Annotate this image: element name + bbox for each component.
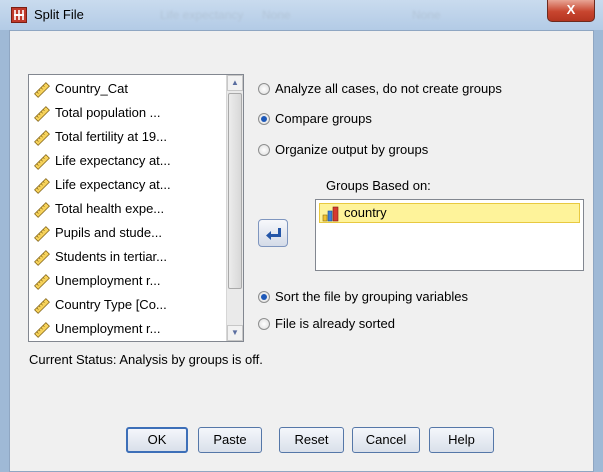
variable-list-item[interactable]: Country_Cat (33, 78, 223, 100)
nominal-variable-icon (322, 206, 339, 221)
radio-already-sorted-label: File is already sorted (275, 316, 395, 331)
radio-compare-groups-label: Compare groups (275, 111, 372, 126)
scale-variable-icon (33, 177, 55, 194)
variable-list-item[interactable]: Pupils and stude... (33, 222, 223, 244)
variable-list-item[interactable]: Total health expe... (33, 198, 223, 220)
reset-button[interactable]: Reset (279, 427, 344, 453)
paste-button[interactable]: Paste (198, 427, 262, 453)
variable-list-item-label: Pupils and stude... (55, 225, 162, 240)
radio-organize-output-label: Organize output by groups (275, 142, 429, 157)
scale-variable-icon (33, 81, 55, 98)
radio-icon[interactable] (258, 143, 270, 156)
groups-based-on-label: Groups Based on: (326, 178, 431, 193)
groups-based-on-list[interactable]: country (315, 199, 584, 271)
background-window-text: Life expectancy (160, 8, 244, 22)
current-status-text: Current Status: Analysis by groups is of… (29, 352, 263, 367)
variable-list-item[interactable]: Students in tertiar... (33, 246, 223, 268)
move-variable-button[interactable] (258, 219, 288, 247)
variable-list-item-label: Life expectancy at... (55, 153, 171, 168)
scale-variable-icon (33, 273, 55, 290)
window-title: Split File (34, 7, 84, 22)
close-icon: X (566, 2, 576, 17)
variable-list-item-label: Country Type [Co... (55, 297, 167, 312)
variable-list-item[interactable]: Total fertility at 19... (33, 126, 223, 148)
close-button[interactable]: X (547, 0, 595, 22)
variable-list-scrollbar[interactable]: ▲ ▼ (226, 75, 243, 341)
radio-icon[interactable] (258, 317, 270, 330)
title-bar[interactable]: Split File Life expectancy None None X (0, 0, 603, 30)
spss-app-icon (11, 7, 27, 23)
cancel-button[interactable]: Cancel (352, 427, 420, 453)
variable-list-item-label: Students in tertiar... (55, 249, 168, 264)
radio-analyze-all-label: Analyze all cases, do not create groups (275, 81, 502, 96)
variable-list-item-label: Total fertility at 19... (55, 129, 167, 144)
variable-list-item[interactable]: Life expectancy at... (33, 150, 223, 172)
radio-sort-by-grouping[interactable]: Sort the file by grouping variables (258, 288, 468, 306)
radio-compare-groups[interactable]: Compare groups (258, 110, 372, 128)
arrow-left-icon (266, 228, 281, 240)
radio-icon[interactable] (258, 290, 270, 303)
variable-list[interactable]: Country_Cat Total population ... Total fer… (28, 74, 244, 342)
scale-variable-icon (33, 129, 55, 146)
scale-variable-icon (33, 153, 55, 170)
scroll-down-icon[interactable]: ▼ (227, 325, 243, 341)
variable-list-item-label: Unemployment r... (55, 321, 161, 336)
scale-variable-icon (33, 201, 55, 218)
scale-variable-icon (33, 105, 55, 122)
background-window-text: None (262, 8, 291, 22)
help-button[interactable]: Help (429, 427, 494, 453)
radio-organize-output[interactable]: Organize output by groups (258, 141, 428, 159)
group-variable-label: country (344, 205, 387, 220)
scroll-up-icon[interactable]: ▲ (227, 75, 243, 91)
variable-list-item-label: Unemployment r... (55, 273, 161, 288)
variable-list-item-label: Life expectancy at... (55, 177, 171, 192)
background-window-text: None (412, 8, 441, 22)
scale-variable-icon (33, 225, 55, 242)
ok-button[interactable]: OK (126, 427, 188, 453)
variable-list-item[interactable]: Unemployment r... (33, 270, 223, 292)
variable-list-item[interactable]: Life expectancy at... (33, 174, 223, 196)
split-file-dialog: Split File Life expectancy None None X C… (0, 0, 603, 472)
radio-icon[interactable] (258, 112, 270, 125)
radio-already-sorted[interactable]: File is already sorted (258, 315, 395, 333)
variable-list-item-label: Country_Cat (55, 81, 128, 96)
variable-list-item-label: Total health expe... (55, 201, 165, 216)
variable-list-item[interactable]: Country Type [Co... (33, 294, 223, 316)
radio-analyze-all[interactable]: Analyze all cases, do not create groups (258, 80, 502, 98)
variable-list-item[interactable]: Total population ... (33, 102, 223, 124)
variable-list-item-label: Total population ... (55, 105, 161, 120)
radio-icon[interactable] (258, 82, 270, 95)
scale-variable-icon (33, 321, 55, 338)
group-variable-item[interactable]: country (319, 203, 580, 223)
scale-variable-icon (33, 249, 55, 266)
radio-sort-by-grouping-label: Sort the file by grouping variables (275, 289, 468, 304)
scale-variable-icon (33, 297, 55, 314)
variable-list-item[interactable]: Unemployment r... (33, 318, 223, 340)
scroll-thumb[interactable] (228, 93, 242, 289)
